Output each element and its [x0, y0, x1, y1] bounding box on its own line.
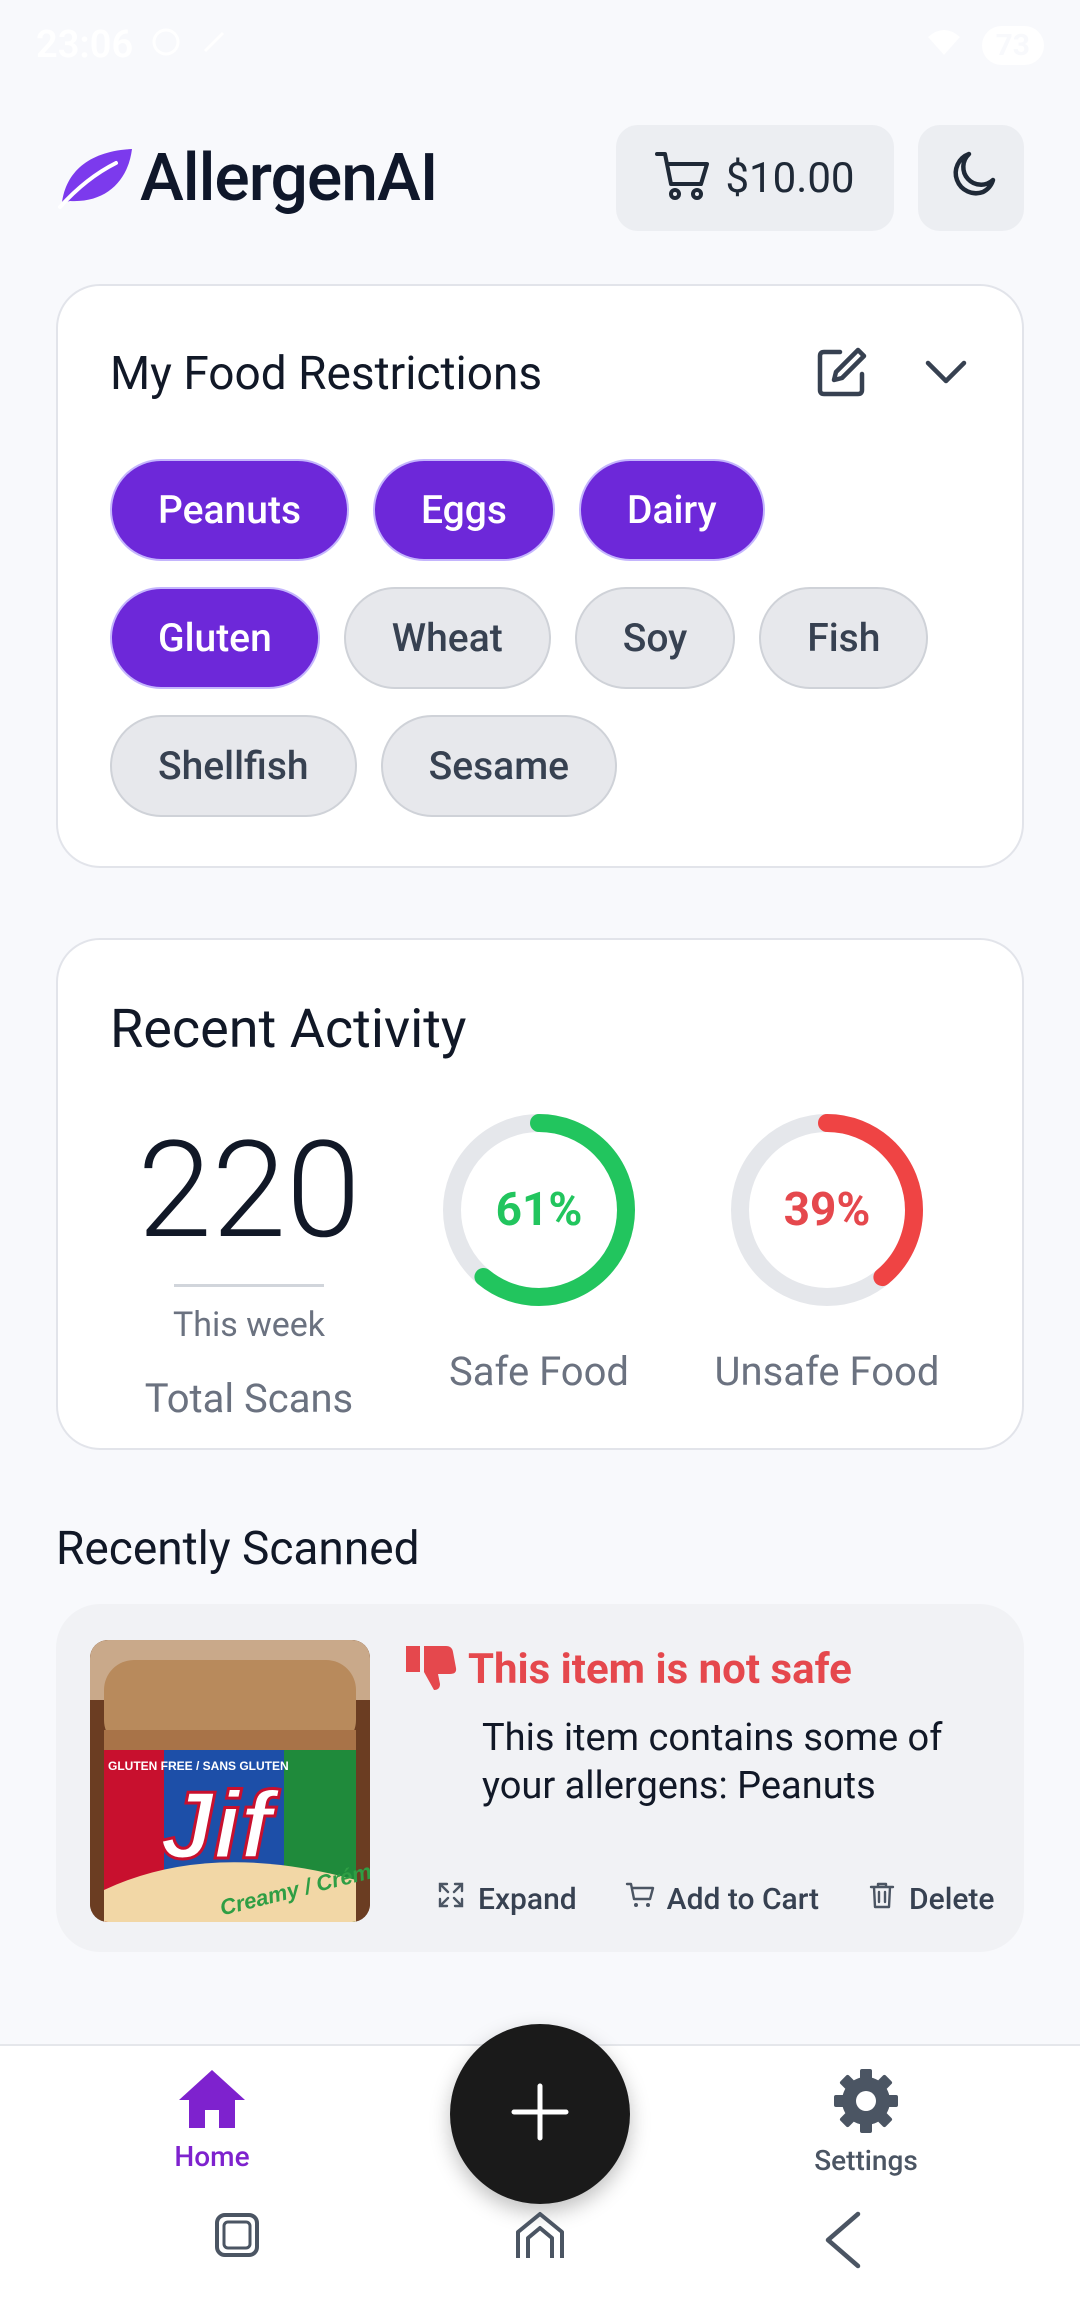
scan-actions: Expand Add to Cart Delete: [436, 1880, 994, 1918]
total-scans-value: 220: [137, 1112, 361, 1269]
thumbs-down-icon: [402, 1642, 458, 1696]
safe-food-label: Safe Food: [449, 1348, 629, 1395]
nav-settings-label: Settings: [814, 2144, 918, 2177]
trash-icon: [867, 1880, 897, 1918]
scanned-item-card[interactable]: GLUTEN FREE / SANS GLUTEN Jif Creamy / C…: [56, 1604, 1024, 1952]
recent-activity-card: Recent Activity 220 This week Total Scan…: [56, 938, 1024, 1450]
chip-shellfish[interactable]: Shellfish: [110, 715, 357, 817]
restrictions-header: My Food Restrictions: [110, 344, 970, 404]
cart-button[interactable]: $10.00: [616, 125, 894, 231]
delete-label: Delete: [909, 1881, 995, 1917]
nav-settings[interactable]: Settings: [766, 2068, 966, 2177]
data-icon: [199, 23, 229, 67]
unsafe-food-percent: 39%: [783, 1183, 871, 1237]
recently-scanned-title: Recently Scanned: [56, 1522, 420, 1576]
add-to-cart-button[interactable]: Add to Cart: [625, 1880, 819, 1918]
add-scan-button[interactable]: [450, 2024, 630, 2204]
period-label: This week: [172, 1305, 326, 1345]
food-restrictions-card: My Food Restrictions Peanuts Eggs Dairy Glu…: [56, 284, 1024, 868]
cart-amount: $10.00: [725, 153, 855, 203]
scan-status: This item is not safe: [402, 1642, 852, 1696]
nav-home[interactable]: Home: [112, 2068, 312, 2173]
gear-icon: [831, 2068, 901, 2138]
unsafe-food-ring: 39%: [727, 1110, 927, 1310]
home-icon: [177, 2068, 247, 2134]
theme-toggle-button[interactable]: [918, 125, 1024, 231]
cart-icon: [655, 150, 711, 206]
chip-wheat[interactable]: Wheat: [343, 587, 551, 689]
product-photo[interactable]: GLUTEN FREE / SANS GLUTEN Jif Creamy / C…: [90, 1640, 370, 1922]
chip-soy[interactable]: Soy: [574, 587, 736, 689]
unsafe-food-stat: 39% Unsafe Food: [682, 1110, 972, 1395]
plus-icon: [510, 2082, 570, 2146]
photo-brand-text: Jif: [160, 1772, 280, 1879]
status-right: 73: [926, 23, 1044, 67]
safe-food-stat: 61% Safe Food: [394, 1110, 684, 1395]
home-system-icon[interactable]: [514, 2210, 566, 2266]
status-time: 23:06: [36, 23, 134, 67]
nav-home-label: Home: [174, 2140, 250, 2173]
back-icon[interactable]: [820, 2210, 864, 2274]
expand-label: Expand: [478, 1881, 577, 1917]
leaf-logo-icon: [56, 141, 136, 215]
divider: [174, 1284, 324, 1287]
notification-icon: [151, 23, 181, 67]
restriction-chips: Peanuts Eggs Dairy Gluten Wheat Soy Fish Shellf…: [110, 459, 990, 817]
total-scans-label: Total Scans: [144, 1375, 354, 1422]
header-actions: $10.00: [616, 125, 1024, 231]
chip-dairy[interactable]: Dairy: [578, 459, 765, 561]
edit-icon[interactable]: [814, 344, 870, 404]
photo-gluten-text: GLUTEN FREE / SANS GLUTEN: [108, 1759, 289, 1773]
status-bar: 23:06 73: [0, 0, 1080, 90]
expand-button[interactable]: Expand: [436, 1880, 577, 1918]
chip-fish[interactable]: Fish: [759, 587, 929, 689]
add-to-cart-label: Add to Cart: [666, 1881, 820, 1917]
recent-apps-icon[interactable]: [212, 2210, 262, 2264]
app-header: AllergenAI $10.00: [56, 124, 1024, 232]
total-scans-stat: 220 This week Total Scans: [104, 1110, 394, 1423]
unsafe-food-label: Unsafe Food: [714, 1348, 940, 1395]
status-left: 23:06: [36, 23, 229, 67]
system-navigation: [0, 2210, 1080, 2290]
activity-title: Recent Activity: [110, 998, 467, 1061]
delete-button[interactable]: Delete: [867, 1880, 994, 1918]
expand-icon: [436, 1880, 466, 1918]
restrictions-header-actions: [814, 344, 970, 404]
chevron-down-icon[interactable]: [922, 357, 970, 391]
chip-sesame[interactable]: Sesame: [380, 715, 618, 817]
safe-food-ring: 61%: [439, 1110, 639, 1310]
moon-icon: [943, 148, 999, 208]
brand-title: AllergenAI: [140, 139, 438, 217]
safe-food-percent: 61%: [495, 1183, 583, 1237]
scan-status-text: This item is not safe: [468, 1644, 852, 1694]
chip-gluten[interactable]: Gluten: [110, 587, 320, 689]
battery-indicator: 73: [981, 25, 1044, 65]
chip-peanuts[interactable]: Peanuts: [110, 459, 350, 561]
scan-description: This item contains some of your allergen…: [482, 1716, 943, 1808]
brand: AllergenAI: [56, 139, 438, 217]
restrictions-title: My Food Restrictions: [110, 347, 543, 401]
chip-eggs[interactable]: Eggs: [373, 459, 555, 561]
wifi-icon: [926, 23, 962, 67]
cart-icon: [625, 1880, 655, 1918]
